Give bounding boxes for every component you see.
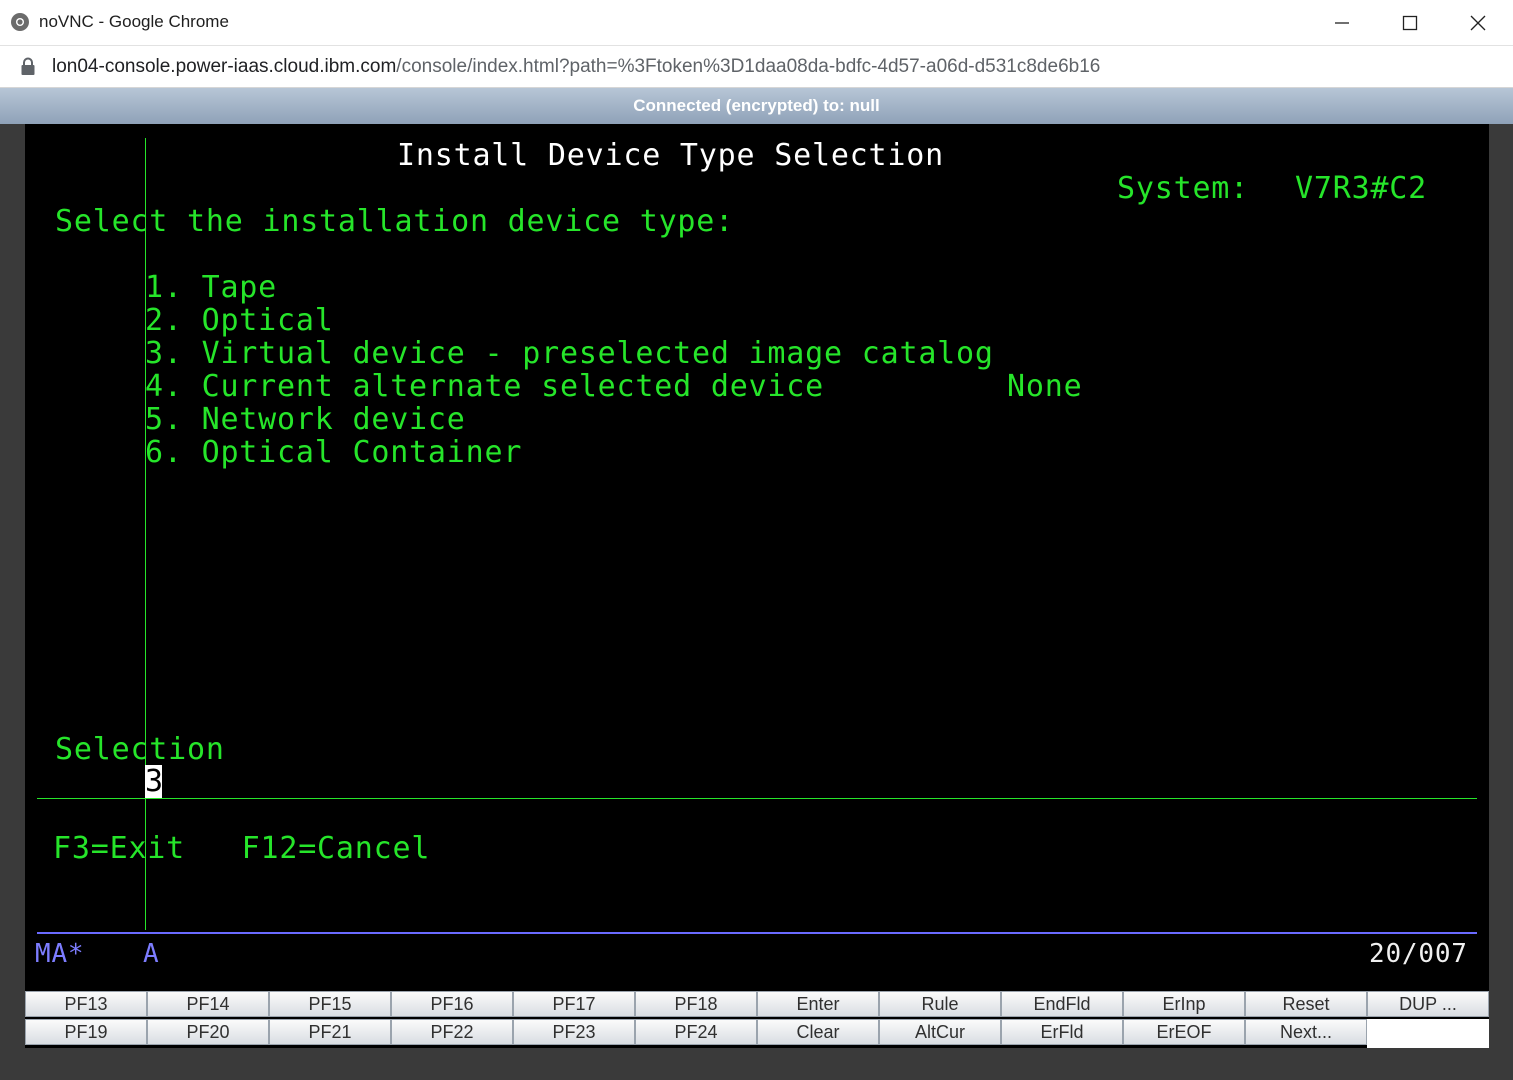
option-optical-container: 6. Optical Container	[145, 435, 523, 470]
selection-label: Selection	[55, 732, 225, 767]
cursor-column-rule	[145, 138, 146, 930]
separator-line	[37, 798, 1477, 799]
browser-title-bar: noVNC - Google Chrome	[0, 0, 1513, 46]
cursor-position: 20/007	[1369, 939, 1468, 969]
key-pf18[interactable]: PF18	[635, 991, 757, 1017]
key-endfld[interactable]: EndFld	[1001, 991, 1123, 1017]
key-erinp[interactable]: ErInp	[1123, 991, 1245, 1017]
keypad-empty-slot	[1367, 1019, 1489, 1048]
url-host: lon04-console.power-iaas.cloud.ibm.com	[52, 56, 397, 77]
system-value: V7R3#C2	[1295, 171, 1428, 206]
option-optical: 2. Optical	[145, 303, 334, 338]
key-pf21[interactable]: PF21	[269, 1019, 391, 1045]
key-reset[interactable]: Reset	[1245, 991, 1367, 1017]
window-title: noVNC - Google Chrome	[39, 12, 229, 31]
key-pf16[interactable]: PF16	[391, 991, 513, 1017]
minimize-button[interactable]	[1308, 0, 1376, 46]
key-rule[interactable]: Rule	[879, 991, 1001, 1017]
close-icon	[1470, 15, 1486, 31]
selection-value: 3	[145, 764, 164, 799]
oia-status: MA*	[35, 939, 85, 969]
window-bottom-frame	[0, 1048, 1513, 1080]
key-dup[interactable]: DUP ...	[1367, 991, 1489, 1017]
key-pf17[interactable]: PF17	[513, 991, 635, 1017]
oia-mode: A	[143, 939, 160, 969]
key-erfld[interactable]: ErFld	[1001, 1019, 1123, 1045]
key-pf13[interactable]: PF13	[25, 991, 147, 1017]
url-text[interactable]: lon04-console.power-iaas.cloud.ibm.com/c…	[52, 56, 1100, 78]
key-pf23[interactable]: PF23	[513, 1019, 635, 1045]
maximize-icon	[1402, 15, 1418, 31]
option-current-alternate: 4. Current alternate selected device	[145, 369, 825, 404]
key-enter[interactable]: Enter	[757, 991, 879, 1017]
key-pf22[interactable]: PF22	[391, 1019, 513, 1045]
option-current-alternate-value: None	[1007, 369, 1083, 404]
prompt-text: Select the installation device type:	[55, 204, 735, 239]
option-tape: 1. Tape	[145, 270, 278, 305]
key-clear[interactable]: Clear	[757, 1019, 879, 1045]
key-pf15[interactable]: PF15	[269, 991, 391, 1017]
key-altcur[interactable]: AltCur	[879, 1019, 1001, 1045]
url-path: /console/index.html?path=%3Ftoken%3D1daa…	[396, 56, 1101, 77]
key-pf14[interactable]: PF14	[147, 991, 269, 1017]
function-keys-legend: F3=Exit F12=Cancel	[53, 831, 431, 866]
lock-icon	[21, 57, 35, 75]
window-frame	[0, 124, 25, 1080]
system-label: System:	[1117, 171, 1250, 206]
key-pf19[interactable]: PF19	[25, 1019, 147, 1045]
selection-input[interactable]: 3	[145, 764, 164, 799]
minimize-icon	[1335, 22, 1349, 24]
key-ereof[interactable]: ErEOF	[1123, 1019, 1245, 1045]
vnc-status-bar: Connected (encrypted) to: null	[0, 88, 1513, 124]
key-pad: PF13 PF14 PF15 PF16 PF17 PF18 Enter Rule…	[25, 990, 1489, 1048]
option-network-device: 5. Network device	[145, 402, 466, 437]
vnc-status-text: Connected (encrypted) to: null	[633, 96, 880, 115]
key-pf24[interactable]: PF24	[635, 1019, 757, 1045]
terminal-screen[interactable]: Install Device Type Selection System: V7…	[25, 124, 1489, 990]
key-next[interactable]: Next...	[1245, 1019, 1367, 1045]
option-virtual-device: 3. Virtual device - preselected image ca…	[145, 336, 994, 371]
key-pf20[interactable]: PF20	[147, 1019, 269, 1045]
chrome-app-icon	[11, 13, 29, 31]
maximize-button[interactable]	[1376, 0, 1444, 46]
address-bar[interactable]: lon04-console.power-iaas.cloud.ibm.com/c…	[0, 46, 1513, 88]
close-button[interactable]	[1444, 0, 1512, 46]
status-line-separator	[37, 932, 1477, 934]
screen-title: Install Device Type Selection	[397, 138, 944, 173]
